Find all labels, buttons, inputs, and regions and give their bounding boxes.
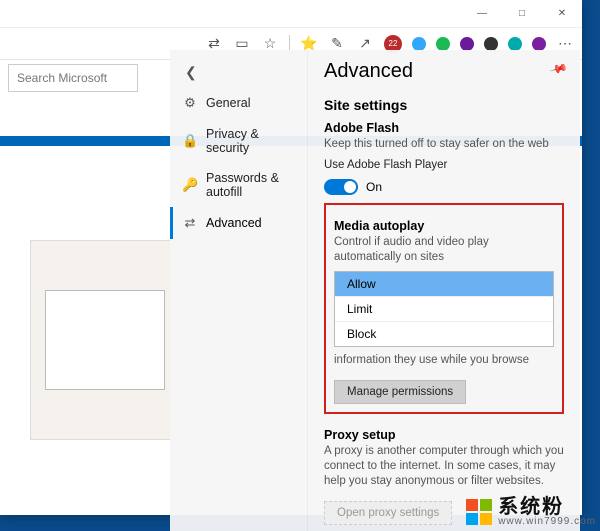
page-title: Advanced [324, 60, 564, 83]
sliders-icon: ⇄ [182, 215, 198, 231]
sidebar-item-general[interactable]: ⚙ General [170, 87, 307, 119]
ext-icon-2[interactable] [436, 37, 450, 51]
ext-icon-3[interactable] [460, 37, 474, 51]
flash-heading: Adobe Flash [324, 121, 564, 135]
search-input[interactable]: Search Microsoft [8, 64, 138, 92]
ext-icon-5[interactable] [508, 37, 522, 51]
sidebar-item-privacy[interactable]: 🔒 Privacy & security [170, 119, 307, 163]
close-button[interactable]: ✕ [542, 0, 582, 28]
autoplay-desc: Control if audio and video play automati… [334, 235, 554, 265]
autoplay-heading: Media autoplay [334, 219, 554, 233]
ext-icon-4[interactable] [484, 37, 498, 51]
sidebar-item-label: Passwords & autofill [206, 171, 295, 199]
gear-icon: ⚙ [182, 95, 198, 111]
watermark: 系统粉 www.win7999.com [466, 497, 596, 527]
manage-permissions-button[interactable]: Manage permissions [334, 380, 466, 404]
sidebar-item-label: Advanced [206, 216, 262, 230]
autoplay-dropdown[interactable]: Allow Limit Block [334, 271, 554, 347]
proxy-desc: A proxy is another computer through whic… [324, 444, 564, 489]
settings-sidebar: ❮ ⚙ General 🔒 Privacy & security 🔑 Passw… [170, 50, 308, 531]
site-settings-heading: Site settings [324, 97, 564, 113]
maximize-button[interactable]: □ [502, 0, 542, 28]
ext-icon-1[interactable] [412, 37, 426, 51]
settings-panel: ❮ ⚙ General 🔒 Privacy & security 🔑 Passw… [170, 50, 580, 531]
autoplay-option-block[interactable]: Block [335, 322, 553, 346]
open-proxy-button[interactable]: Open proxy settings [324, 501, 452, 525]
sidebar-item-label: Privacy & security [206, 127, 295, 155]
content-card-preview [45, 290, 165, 390]
sidebar-item-passwords[interactable]: 🔑 Passwords & autofill [170, 163, 307, 207]
key-icon: 🔑 [182, 177, 198, 193]
sidebar-item-advanced[interactable]: ⇄ Advanced [170, 207, 307, 239]
back-button[interactable]: ❮ [170, 58, 307, 87]
autoplay-option-allow[interactable]: Allow [335, 272, 553, 297]
watermark-text: 系统粉 [498, 497, 596, 517]
lock-icon: 🔒 [182, 133, 198, 149]
watermark-url: www.win7999.com [498, 517, 596, 527]
flash-toggle-label: Use Adobe Flash Player [324, 158, 564, 173]
flash-toggle[interactable] [324, 179, 358, 195]
content-card [30, 240, 180, 440]
flash-desc: Keep this turned off to stay safer on th… [324, 137, 564, 152]
minimize-button[interactable]: — [462, 0, 502, 28]
sidebar-item-label: General [206, 96, 250, 110]
ext-icon-6[interactable] [532, 37, 546, 51]
proxy-heading: Proxy setup [324, 428, 564, 442]
permissions-desc-partial: information they use while you browse [334, 353, 554, 368]
flash-toggle-state: On [366, 180, 382, 194]
highlight-box: Media autoplay Control if audio and vide… [324, 203, 564, 414]
settings-pane: 📌 Advanced Site settings Adobe Flash Kee… [308, 50, 580, 531]
autoplay-option-limit[interactable]: Limit [335, 297, 553, 322]
titlebar: — □ ✕ [0, 0, 582, 28]
microsoft-logo-icon [466, 499, 492, 525]
